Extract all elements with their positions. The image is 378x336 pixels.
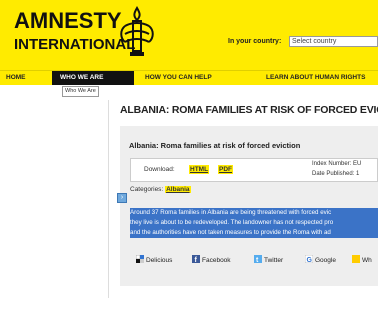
share-bar: Delicious f Facebook t Twitter G Google … <box>130 250 378 268</box>
index-number: Index Number: EU <box>312 161 362 167</box>
site-header: AMNESTY INTERNATIONAL In your country: S… <box>0 0 378 70</box>
share-google[interactable]: G Google <box>305 255 336 264</box>
date-published: Date Published: 1 <box>312 171 360 177</box>
nav-item-home[interactable]: HOME <box>6 71 26 85</box>
nav-item-who-we-are[interactable]: WHO WE ARE <box>52 71 134 85</box>
categories: Categories: Albania <box>130 186 191 193</box>
nav-item-how-you-can-help[interactable]: HOW YOU CAN HELP <box>145 71 212 85</box>
google-icon: G <box>305 255 313 263</box>
nav-tooltip: Who We Are <box>62 86 99 97</box>
more-share-icon <box>352 255 360 263</box>
column-divider <box>108 100 109 298</box>
nav-item-learn-about-human-rights[interactable]: LEARN ABOUT HUMAN RIGHTS <box>266 71 365 85</box>
summary-line: they live is about to be redeveloped. Th… <box>130 218 378 228</box>
download-label: Download: <box>144 166 175 173</box>
expand-arrow-icon[interactable]: › <box>117 193 127 203</box>
main-nav: HOME WHO WE ARE HOW YOU CAN HELP LEARN A… <box>0 70 378 85</box>
country-label: In your country: <box>228 38 282 45</box>
download-pdf-link[interactable]: PDF <box>218 165 233 174</box>
share-more[interactable]: Wh <box>352 255 372 264</box>
share-twitter[interactable]: t Twitter <box>254 255 283 264</box>
share-delicious[interactable]: Delicious <box>136 255 172 264</box>
candle-logo-icon[interactable] <box>120 6 154 62</box>
facebook-icon: f <box>192 255 200 263</box>
summary-line: and the authorities have not taken measu… <box>130 228 378 238</box>
logo-amnesty[interactable]: AMNESTY <box>14 9 122 33</box>
summary-text: Around 37 Roma families in Albania are b… <box>130 208 378 238</box>
summary-line: Around 37 Roma families in Albania are b… <box>130 208 378 218</box>
country-select[interactable]: Select country <box>289 36 378 47</box>
page-title: ALBANIA: ROMA FAMILIES AT RISK OF FORCED… <box>120 104 378 116</box>
categories-label: Categories: <box>130 186 164 193</box>
twitter-icon: t <box>254 255 262 263</box>
download-html-link[interactable]: HTML <box>189 165 210 174</box>
svg-text:G: G <box>307 257 313 263</box>
delicious-icon <box>136 255 144 263</box>
logo-international[interactable]: INTERNATIONAL <box>14 36 135 54</box>
panel-heading: Albania: Roma families at risk of forced… <box>129 141 301 150</box>
category-link[interactable]: Albania <box>165 186 191 193</box>
share-facebook[interactable]: f Facebook <box>192 255 231 264</box>
